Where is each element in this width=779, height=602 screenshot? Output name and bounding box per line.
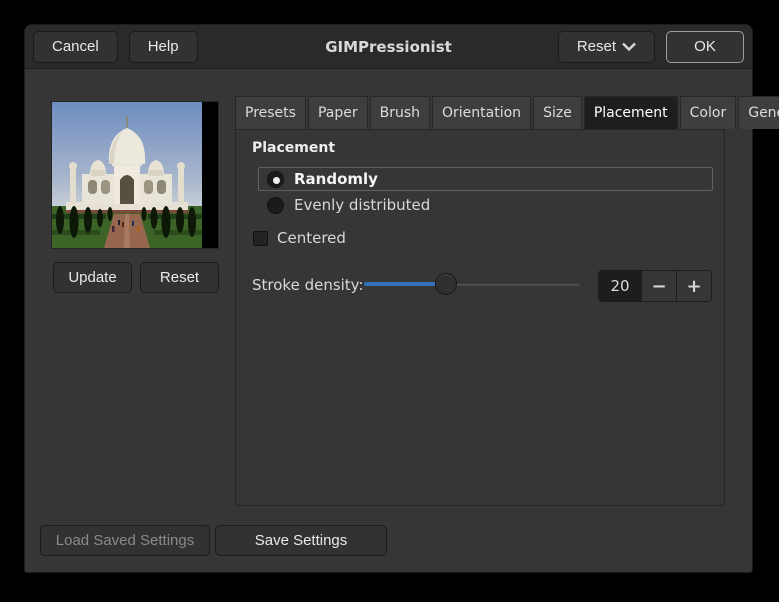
chevron-down-icon — [622, 42, 636, 51]
stroke-density-slider-handle[interactable] — [435, 273, 458, 295]
tab-bar: Presets Paper Brush Orientation Size Pla… — [235, 96, 779, 129]
tab-paper[interactable]: Paper — [307, 96, 368, 129]
load-saved-settings-button[interactable]: Load Saved Settings — [40, 525, 210, 556]
radio-randomly[interactable]: Randomly — [258, 167, 713, 191]
tab-placement[interactable]: Placement — [583, 96, 678, 129]
preview-reset-button[interactable]: Reset — [140, 262, 219, 293]
stroke-density-slider-fill — [364, 282, 447, 286]
tab-color[interactable]: Color — [679, 96, 737, 129]
preview-image — [51, 101, 219, 249]
radio-evenly-distributed[interactable]: Evenly distributed — [258, 193, 713, 217]
tab-size[interactable]: Size — [533, 96, 582, 129]
stroke-density-row: Stroke density: 20 − + — [236, 266, 724, 302]
stroke-density-spinbox: 20 − + — [598, 270, 712, 302]
stroke-density-value[interactable]: 20 — [599, 271, 641, 301]
placement-panel: Placement Randomly Evenly distributed Ce… — [235, 129, 725, 506]
stroke-density-slider[interactable] — [364, 266, 580, 302]
centered-label: Centered — [277, 229, 346, 247]
save-settings-button[interactable]: Save Settings — [215, 525, 387, 556]
reset-dropdown-button[interactable]: Reset — [557, 30, 655, 63]
panel-heading: Placement — [252, 140, 336, 156]
cancel-button[interactable]: Cancel — [33, 30, 118, 63]
stroke-density-label: Stroke density: — [252, 276, 364, 294]
dialog-header: Cancel Help GIMPressionist Reset OK — [25, 25, 752, 69]
help-button[interactable]: Help — [128, 30, 198, 63]
radio-button-icon — [267, 170, 284, 188]
tab-brush[interactable]: Brush — [369, 96, 431, 129]
radio-randomly-label: Randomly — [294, 170, 378, 188]
settings-notebook: Presets Paper Brush Orientation Size Pla… — [235, 96, 779, 506]
centered-checkbox[interactable]: Centered — [253, 229, 346, 247]
radio-button-icon — [267, 196, 284, 214]
checkbox-icon — [253, 230, 268, 246]
tab-general[interactable]: General — [738, 96, 779, 129]
update-button[interactable]: Update — [53, 262, 132, 293]
taj-mahal-photo — [52, 102, 202, 248]
stroke-density-increment-button[interactable]: + — [677, 271, 711, 301]
gimpressionist-dialog: Cancel Help GIMPressionist Reset OK Upda… — [24, 24, 779, 573]
tab-orientation[interactable]: Orientation — [432, 96, 532, 129]
tab-presets[interactable]: Presets — [235, 96, 306, 129]
reset-dropdown-label: Reset — [576, 38, 616, 55]
ok-button[interactable]: OK — [666, 30, 744, 63]
radio-evenly-label: Evenly distributed — [294, 196, 431, 214]
stroke-density-decrement-button[interactable]: − — [641, 271, 677, 301]
